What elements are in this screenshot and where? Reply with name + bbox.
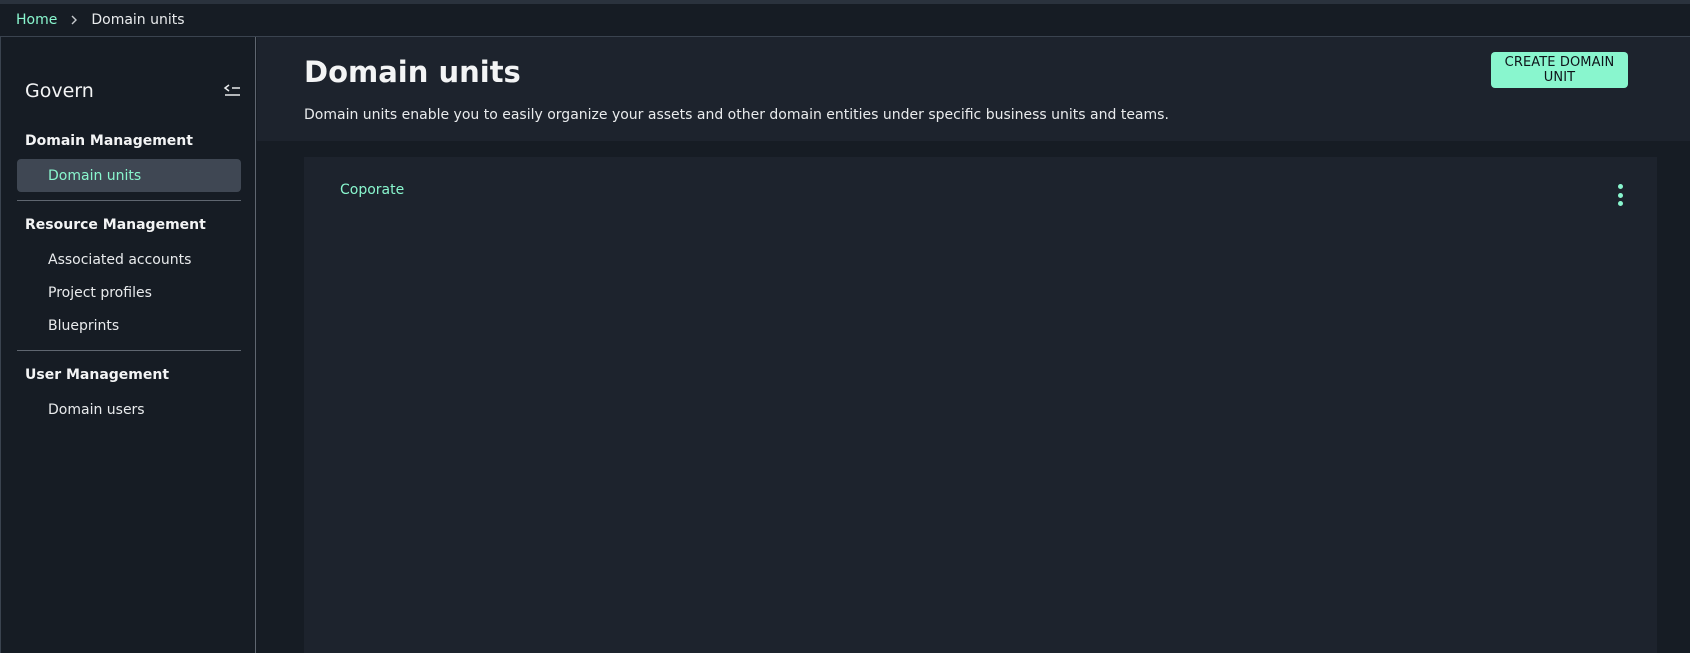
breadcrumb-current: Domain units	[91, 12, 185, 28]
collapse-sidebar-icon[interactable]	[223, 83, 241, 99]
sidebar-item-blueprints[interactable]: Blueprints	[17, 309, 241, 342]
breadcrumb-home-link[interactable]: Home	[16, 12, 57, 28]
domain-units-tree-panel: Coporate	[304, 157, 1657, 653]
sidebar-item-domain-users[interactable]: Domain users	[17, 393, 241, 426]
section-resource-management: Resource Management	[25, 217, 206, 233]
sidebar-item-associated-accounts[interactable]: Associated accounts	[17, 243, 241, 276]
page-header: Domain units Domain units enable you to …	[257, 37, 1690, 141]
more-vertical-icon[interactable]	[1614, 184, 1626, 206]
create-domain-unit-button[interactable]: CREATE DOMAIN UNIT	[1491, 52, 1628, 88]
page-title: Domain units	[304, 55, 521, 89]
breadcrumb: Home Domain units	[0, 0, 1690, 37]
page-description: Domain units enable you to easily organi…	[304, 107, 1169, 123]
sidebar-item-domain-units[interactable]: Domain units	[17, 159, 241, 192]
sidebar: Govern Domain Management Domain units Re…	[0, 37, 256, 653]
sidebar-item-project-profiles[interactable]: Project profiles	[17, 276, 241, 309]
sidebar-divider	[17, 350, 241, 351]
sidebar-title: Govern	[25, 80, 94, 102]
sidebar-divider	[17, 200, 241, 201]
tree-item-domain-unit[interactable]: Coporate	[340, 182, 404, 198]
chevron-right-icon	[57, 15, 91, 25]
section-domain-management: Domain Management	[25, 133, 193, 149]
section-user-management: User Management	[25, 367, 170, 383]
